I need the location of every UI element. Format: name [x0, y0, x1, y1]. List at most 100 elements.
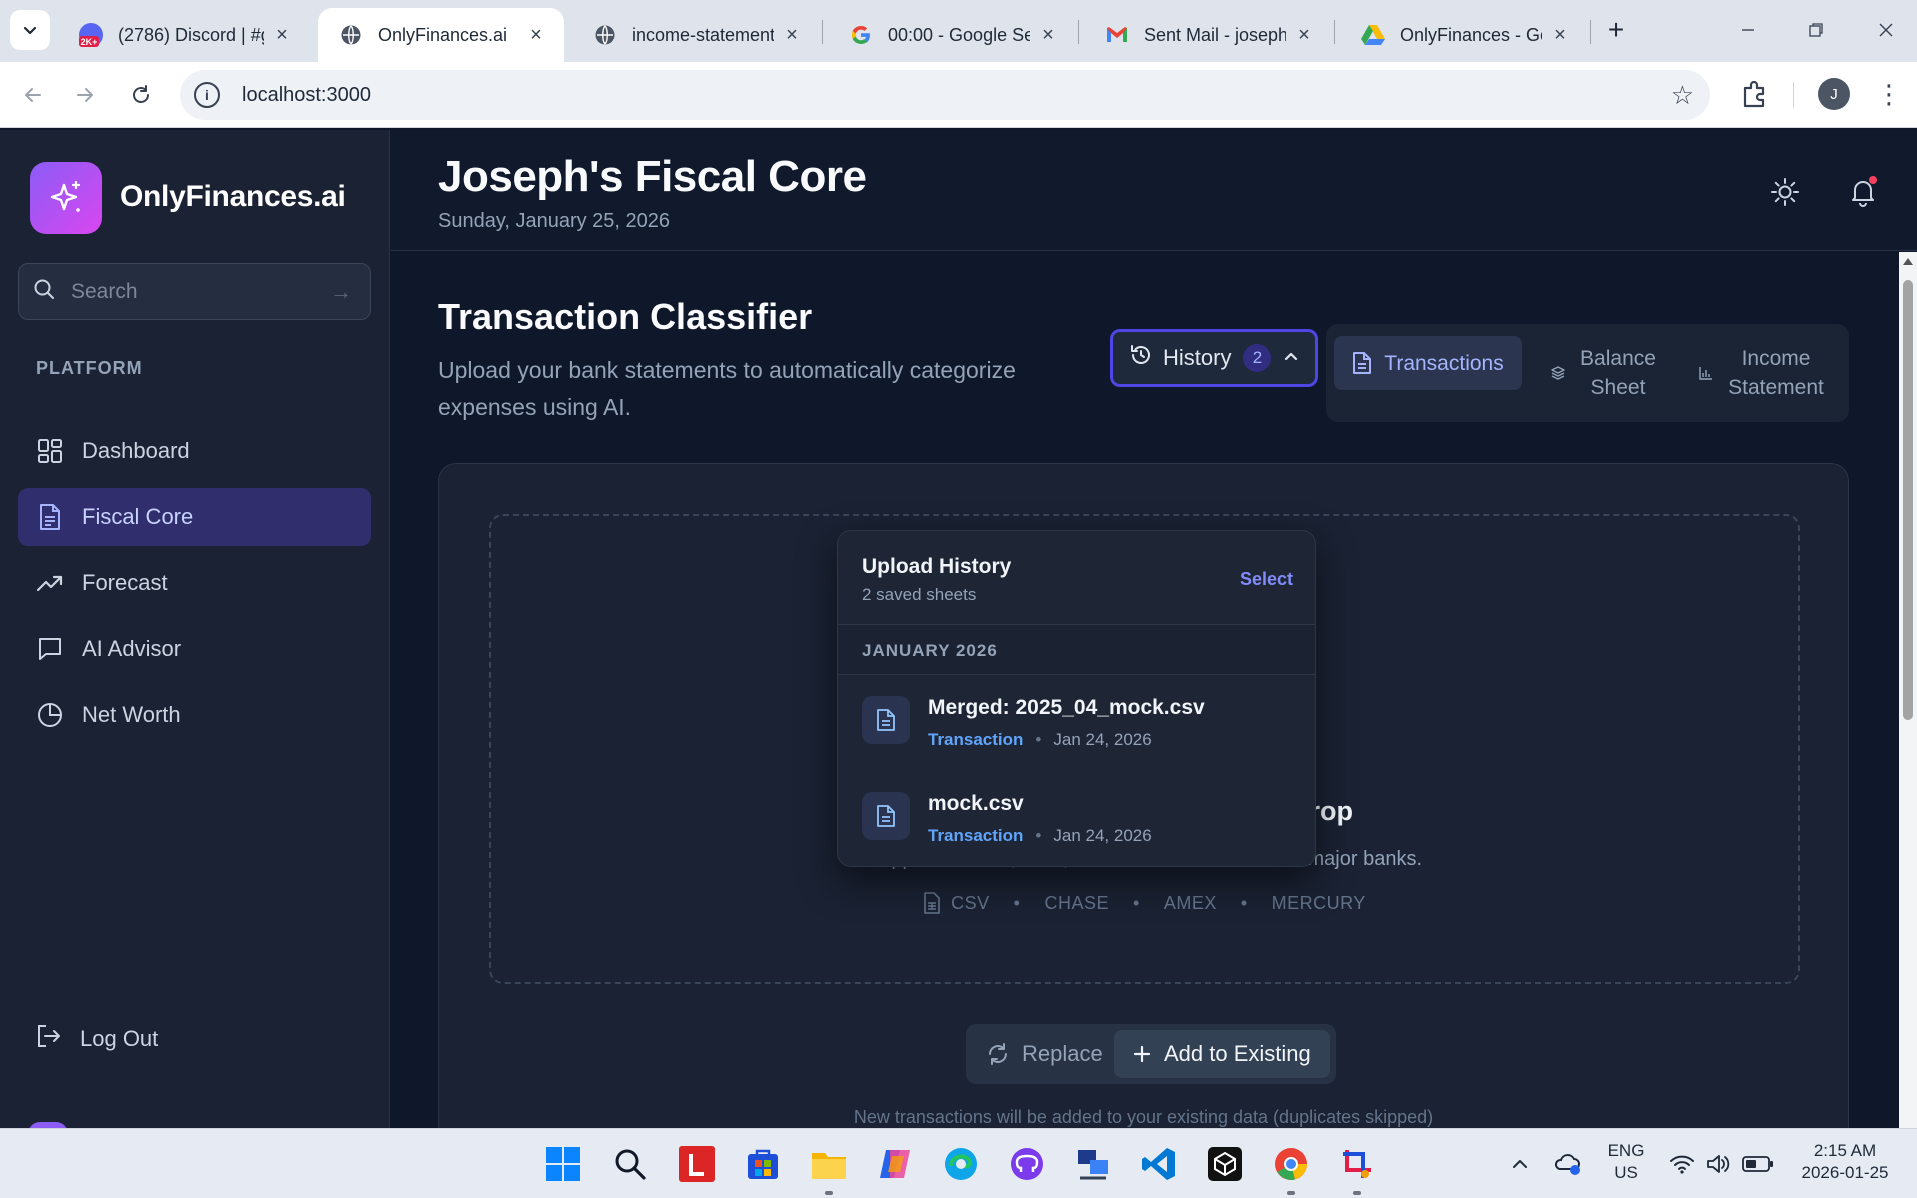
browser-tab-onlyfinances[interactable]: OnlyFinances.ai × [318, 8, 564, 62]
start-button[interactable] [541, 1142, 585, 1186]
history-button[interactable]: History 2 [1110, 329, 1318, 387]
taskbar-edge[interactable] [939, 1142, 983, 1186]
region-code: US [1614, 1163, 1638, 1182]
chevron-up-icon [1283, 345, 1299, 371]
browser-menu-icon[interactable]: ⋮ [1876, 76, 1902, 112]
arrow-right-icon[interactable]: → [330, 279, 352, 305]
sidebar: OnlyFinances.ai → PLATFORM Dashboard Fis… [0, 130, 390, 1134]
sidebar-item-ai-advisor[interactable]: AI Advisor [18, 620, 371, 678]
sidebar-item-dashboard[interactable]: Dashboard [18, 422, 371, 480]
vscode-icon [1142, 1148, 1175, 1180]
puzzle-icon [1743, 80, 1765, 108]
cube-icon [1208, 1147, 1242, 1181]
history-item-name: mock.csv [928, 792, 1024, 815]
bookmark-star-icon[interactable]: ☆ [1671, 80, 1694, 111]
browser-tab-gmail[interactable]: Sent Mail - joseph × [1084, 8, 1332, 62]
new-tab-button[interactable]: + [1598, 12, 1634, 48]
tab-income-statement[interactable]: Income Statement [1682, 324, 1842, 422]
tab-search-button[interactable] [10, 10, 50, 50]
chevron-down-icon [23, 26, 37, 35]
history-icon [1129, 343, 1153, 373]
search-input[interactable] [71, 279, 321, 304]
restore-button[interactable] [1796, 12, 1836, 48]
sidebar-item-net-worth[interactable]: Net Worth [18, 686, 371, 744]
forward-button[interactable] [66, 76, 104, 114]
close-icon[interactable]: × [272, 24, 292, 47]
history-item[interactable]: mock.csv Transaction • Jan 24, 2026 [838, 772, 1315, 866]
taskbar-vscode[interactable] [1137, 1142, 1181, 1186]
add-to-existing-button[interactable]: Add to Existing [1114, 1030, 1330, 1078]
chat-icon [36, 635, 64, 663]
taskbar-remote-desktop[interactable] [1071, 1142, 1115, 1186]
history-item[interactable]: Merged: 2025_04_mock.csv Transaction • J… [838, 676, 1315, 772]
profile-avatar[interactable]: J [1818, 78, 1850, 110]
discord-favicon-icon: 2K+ [78, 22, 104, 48]
document-icon [36, 503, 64, 531]
browser-tab-discord[interactable]: 2K+ (2786) Discord | #g × [58, 8, 310, 62]
close-icon[interactable]: × [782, 24, 802, 47]
sidebar-item-forecast[interactable]: Forecast [18, 554, 371, 612]
separator-dot: • [1013, 892, 1021, 913]
taskbar-github[interactable] [1005, 1142, 1049, 1186]
reload-button[interactable] [122, 76, 160, 114]
scrollbar-thumb[interactable] [1903, 280, 1913, 720]
taskbar-copilot[interactable] [873, 1142, 917, 1186]
clock-time: 2:15 AM [1813, 1141, 1877, 1160]
sidebar-section-label: PLATFORM [36, 358, 143, 378]
file-icon [862, 792, 910, 840]
logout-button[interactable]: Log Out [18, 1010, 371, 1068]
replace-button[interactable]: Replace [986, 1030, 1103, 1078]
brand-name: OnlyFinances.ai [120, 180, 346, 213]
taskbar-unity[interactable] [1203, 1142, 1247, 1186]
minimize-button[interactable] [1728, 12, 1768, 48]
wifi-status[interactable] [1664, 1142, 1700, 1186]
search-icon [33, 278, 55, 305]
onedrive-sync-status[interactable] [1548, 1142, 1588, 1186]
plus-icon [1132, 1044, 1152, 1064]
notifications-button[interactable] [1845, 174, 1881, 210]
tab-transactions[interactable]: Transactions [1334, 336, 1522, 390]
browser-tab-income-statement[interactable]: income-statement × [572, 8, 820, 62]
taskbar-file-explorer[interactable] [807, 1142, 851, 1186]
gmail-icon [1104, 22, 1130, 48]
tab-balance-sheet[interactable]: Balance Sheet [1530, 324, 1678, 422]
dropdown-title: Upload History [862, 555, 1012, 578]
select-button[interactable]: Select [1240, 569, 1293, 590]
taskbar-store[interactable] [741, 1142, 785, 1186]
page-scrollbar[interactable] [1899, 252, 1917, 1128]
arrow-left-icon [25, 88, 41, 102]
browser-tab-google-drive[interactable]: OnlyFinances - Goo × [1340, 8, 1588, 62]
theme-toggle-button[interactable] [1767, 174, 1803, 210]
show-hidden-icons[interactable] [1498, 1142, 1542, 1186]
system-clock[interactable]: 2:15 AM 2026-01-25 [1790, 1140, 1900, 1184]
sidebar-search[interactable]: → [18, 263, 371, 320]
extensions-button[interactable] [1738, 78, 1770, 110]
taskbar-app-l[interactable] [675, 1142, 719, 1186]
browser-tab-google-search[interactable]: 00:00 - Google Sea × [828, 8, 1076, 62]
close-window-button[interactable] [1866, 12, 1906, 48]
sidebar-item-fiscal-core[interactable]: Fiscal Core [18, 488, 371, 546]
taskbar-chrome[interactable] [1269, 1142, 1313, 1186]
sidebar-item-label: Net Worth [82, 702, 181, 727]
back-button[interactable] [14, 76, 52, 114]
speaker-icon [1707, 1155, 1730, 1173]
supported-formats: CSV • CHASE • AMEX • MERCURY [491, 892, 1798, 914]
brand-logo[interactable] [30, 162, 102, 234]
taskbar-snipping-tool[interactable] [1335, 1142, 1379, 1186]
taskbar-search-button[interactable] [608, 1142, 652, 1186]
input-language[interactable]: ENG US [1598, 1140, 1654, 1184]
scroll-up-arrow[interactable] [1903, 258, 1913, 265]
close-icon[interactable]: × [1294, 24, 1314, 47]
site-info-icon[interactable]: i [194, 82, 220, 108]
notification-dot [1869, 176, 1877, 184]
battery-status[interactable] [1738, 1142, 1778, 1186]
app-root: OnlyFinances.ai → PLATFORM Dashboard Fis… [0, 130, 1917, 1163]
close-icon[interactable]: × [1550, 24, 1570, 47]
page-header: Joseph's Fiscal Core Sunday, January 25,… [391, 130, 1917, 251]
volume-status[interactable] [1700, 1142, 1736, 1186]
browser-tab-bar: 2K+ (2786) Discord | #g × OnlyFinances.a… [0, 0, 1917, 62]
close-icon[interactable]: × [1038, 24, 1058, 47]
address-bar[interactable]: i localhost:3000 ☆ [180, 70, 1710, 120]
windows-icon [546, 1147, 580, 1181]
close-icon[interactable]: × [526, 24, 546, 47]
